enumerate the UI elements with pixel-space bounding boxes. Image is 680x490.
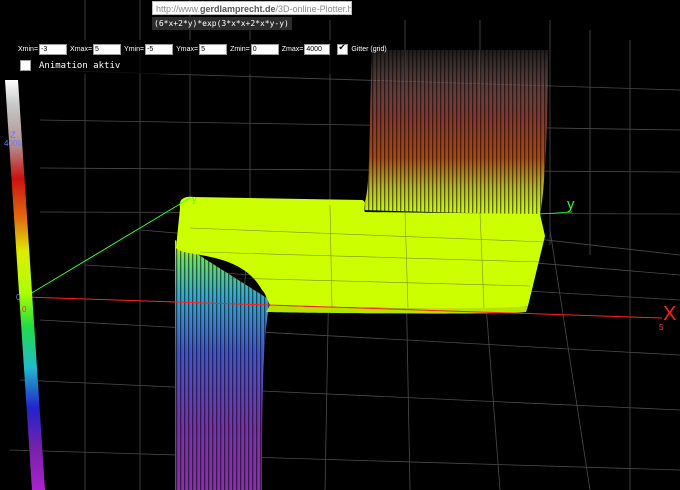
xmax-input[interactable] [93,44,122,55]
xmin-label: Xmin= [18,46,39,53]
ymin-input[interactable] [145,44,174,55]
zmax-label: Zmax= [281,46,304,53]
animation-label: Animation aktiv [39,60,121,71]
grid-checkbox[interactable] [337,42,349,55]
y-axis-label-small: y [192,194,197,204]
zmax-input[interactable] [304,44,331,55]
url-path: /3D-online-Plotter.htm [275,4,351,14]
ymin-label: Ymin= [124,46,145,53]
animation-checkbox[interactable] [20,60,31,71]
animation-row: Animation aktiv [20,60,120,71]
y-axis-label: y [567,196,575,213]
url-domain: gerdlamprecht.de [200,4,276,14]
xmax-label: Xmax= [70,46,93,53]
z-max-tick: 4000 [4,139,22,148]
url-prefix: http://www. [156,4,201,14]
range-row: Xmin= Xmax= Ymin= Ymax= Zmin= Zmax= Gitt… [18,42,387,55]
x-axis-label: X [663,303,676,325]
surface-rise [360,50,548,215]
formula-display[interactable]: (6*x+2*y)*exp(3*x*x+2*x*y-y) [152,17,292,30]
x-axis-tick: 5 [659,323,664,332]
z-zero-tick: 0 [16,293,21,302]
y-axis-line [24,197,191,298]
ymax-label: Ymax= [176,46,199,53]
zmin-input[interactable] [250,44,279,55]
zmin-label: Zmin= [230,46,250,53]
z-neg-tick: 0 [22,305,27,314]
control-panel: Xmin= Xmax= Ymin= Ymax= Zmin= Zmax= Gitt… [14,40,387,74]
xmin-input[interactable] [39,44,68,55]
ymax-input[interactable] [199,44,228,55]
url-bar[interactable]: http://www.gerdlamprecht.de/3D-online-Pl… [152,1,352,15]
grid-label: Gitter (grid) [351,46,387,53]
